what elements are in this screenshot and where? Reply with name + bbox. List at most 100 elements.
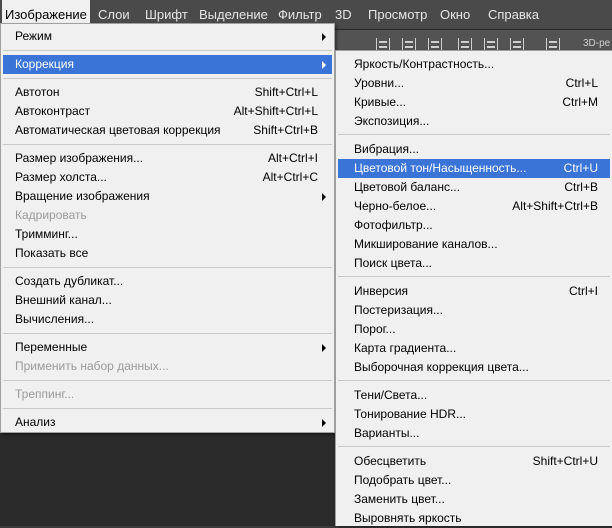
menu-item-label: Фотофильтр... (354, 218, 433, 232)
menu-item-auto-color[interactable]: Автоматическая цветовая коррекция Shift+C… (3, 121, 332, 140)
menu-item-label: Вращение изображения (15, 189, 150, 203)
menu-separator (3, 408, 332, 409)
shortcut: Shift+Ctrl+U (532, 454, 598, 468)
menu-item-label: Автоконтраст (15, 104, 91, 118)
menu-item-image-size[interactable]: Размер изображения... Alt+Ctrl+I (3, 149, 332, 168)
menu-item-reveal-all[interactable]: Показать все (3, 244, 332, 263)
menu-item-brightness-contrast[interactable]: Яркость/Контрастность... (338, 55, 610, 74)
menu-item-channel-mixer[interactable]: Микширование каналов... (338, 235, 610, 254)
menu-item-replace-color[interactable]: Заменить цвет... (338, 490, 610, 509)
menu-item-label: Выровнять яркость (354, 511, 462, 525)
menu-item-label: Вычисления... (15, 312, 95, 326)
menu-item-curves[interactable]: Кривые... Ctrl+M (338, 93, 610, 112)
menu-item-hdr-toning[interactable]: Тонирование HDR... (338, 405, 610, 424)
menu-view[interactable]: Просмотр (365, 0, 430, 29)
menu-item-label: Режим (15, 29, 52, 43)
shortcut: Ctrl+U (563, 161, 598, 175)
image-menu: Режим Коррекция Автотон Shift+Ctrl+L Авто… (0, 23, 335, 433)
menu-item-equalize[interactable]: Выровнять яркость (338, 509, 610, 528)
menu-item-label: Карта градиента... (354, 341, 457, 355)
menu-item-label: Яркость/Контрастность... (354, 57, 495, 71)
shortcut: Ctrl+B (564, 180, 598, 194)
submenu-arrow-icon (322, 419, 326, 427)
menu-item-label: Поиск цвета... (354, 256, 433, 270)
menu-item-color-lookup[interactable]: Поиск цвета... (338, 254, 610, 273)
menu-item-exposure[interactable]: Экспозиция... (338, 112, 610, 131)
menu-item-label: Подобрать цвет... (354, 473, 452, 487)
menu-item-posterize[interactable]: Постеризация... (338, 301, 610, 320)
menu-item-canvas-size[interactable]: Размер холста... Alt+Ctrl+C (3, 168, 332, 187)
menu-item-label: Обесцветить (354, 454, 427, 468)
menu-item-apply-image[interactable]: Внешний канал... (3, 291, 332, 310)
menu-item-label: Постеризация... (354, 303, 443, 317)
menu-item-label: Автоматическая цветовая коррекция (15, 123, 221, 137)
menu-3d[interactable]: 3D (332, 0, 355, 29)
menu-separator (338, 134, 610, 135)
menu-item-apply-data-set: Применить набор данных... (3, 357, 332, 376)
menu-item-auto-contrast[interactable]: Автоконтраст Alt+Shift+Ctrl+L (3, 102, 332, 121)
menu-item-label: Экспозиция... (354, 114, 430, 128)
menu-item-gradient-map[interactable]: Карта градиента... (338, 339, 610, 358)
menu-item-label: Цветовой баланс... (354, 180, 460, 194)
menu-item-label: Тонирование HDR... (354, 407, 466, 421)
menu-separator (3, 144, 332, 145)
menu-item-label: Анализ (15, 415, 56, 429)
submenu-arrow-icon (322, 193, 326, 201)
shortcut: Alt+Ctrl+C (262, 170, 318, 184)
menu-item-match-color[interactable]: Подобрать цвет... (338, 471, 610, 490)
menu-item-vibrance[interactable]: Вибрация... (338, 140, 610, 159)
menu-item-adjustments[interactable]: Коррекция (3, 55, 332, 74)
menu-item-variables[interactable]: Переменные (3, 338, 332, 357)
menu-item-label: Тени/Света... (354, 388, 428, 402)
menu-item-auto-tone[interactable]: Автотон Shift+Ctrl+L (3, 83, 332, 102)
submenu-arrow-icon (322, 33, 326, 41)
shortcut: Alt+Shift+Ctrl+B (512, 199, 598, 213)
menu-separator (3, 267, 332, 268)
shortcut: Ctrl+I (568, 284, 598, 298)
menu-item-analysis[interactable]: Анализ (3, 413, 332, 432)
menu-item-invert[interactable]: Инверсия Ctrl+I (338, 282, 610, 301)
menu-item-desaturate[interactable]: Обесцветить Shift+Ctrl+U (338, 452, 610, 471)
menu-item-variations[interactable]: Варианты... (338, 424, 610, 443)
shortcut: Alt+Ctrl+I (267, 151, 318, 165)
menu-item-label: Размер холста... (15, 170, 107, 184)
menu-item-color-balance[interactable]: Цветовой баланс... Ctrl+B (338, 178, 610, 197)
menu-separator (338, 446, 610, 447)
menu-item-mode[interactable]: Режим (3, 27, 332, 46)
menu-separator (3, 333, 332, 334)
menu-item-label: Создать дубликат... (15, 274, 124, 288)
menu-item-label: Размер изображения... (15, 151, 144, 165)
menu-item-label: Уровни... (354, 76, 405, 90)
shortcut: Shift+Ctrl+L (254, 85, 318, 99)
menu-item-calculations[interactable]: Вычисления... (3, 310, 332, 329)
menu-item-threshold[interactable]: Порог... (338, 320, 610, 339)
menu-item-hue-saturation[interactable]: Цветовой тон/Насыщенность... Ctrl+U (338, 159, 610, 178)
menu-item-levels[interactable]: Уровни... Ctrl+L (338, 74, 610, 93)
menu-item-photo-filter[interactable]: Фотофильтр... (338, 216, 610, 235)
menu-item-label: Выборочная коррекция цвета... (354, 360, 529, 374)
menu-item-label: Треппинг... (15, 387, 75, 401)
menu-item-selective-color[interactable]: Выборочная коррекция цвета... (338, 358, 610, 377)
menu-item-label: Микширование каналов... (354, 237, 498, 251)
menu-separator (338, 380, 610, 381)
menu-item-black-white[interactable]: Черно-белое... Alt+Shift+Ctrl+B (338, 197, 610, 216)
shortcut: Shift+Ctrl+B (253, 123, 318, 137)
shortcut: Ctrl+L (565, 76, 598, 90)
menu-item-label: Кривые... (354, 95, 407, 109)
menu-item-label: Цветовой тон/Насыщенность... (354, 161, 527, 175)
submenu-arrow-icon (322, 344, 326, 352)
menu-separator (3, 380, 332, 381)
menu-separator (3, 50, 332, 51)
menu-item-shadows-highlights[interactable]: Тени/Света... (338, 386, 610, 405)
3d-mode-label: 3D-ре (583, 38, 611, 49)
menu-help[interactable]: Справка (485, 0, 542, 29)
menu-item-label: Переменные (15, 340, 88, 354)
menu-item-trim[interactable]: Тримминг... (3, 225, 332, 244)
menu-item-duplicate[interactable]: Создать дубликат... (3, 272, 332, 291)
menu-window[interactable]: Окно (437, 0, 473, 29)
menu-item-label: Показать все (15, 246, 89, 260)
menu-separator (338, 276, 610, 277)
menu-item-image-rotation[interactable]: Вращение изображения (3, 187, 332, 206)
adjustments-submenu: Яркость/Контрастность... Уровни... Ctrl+L… (335, 50, 612, 526)
menu-item-label: Заменить цвет... (354, 492, 445, 506)
